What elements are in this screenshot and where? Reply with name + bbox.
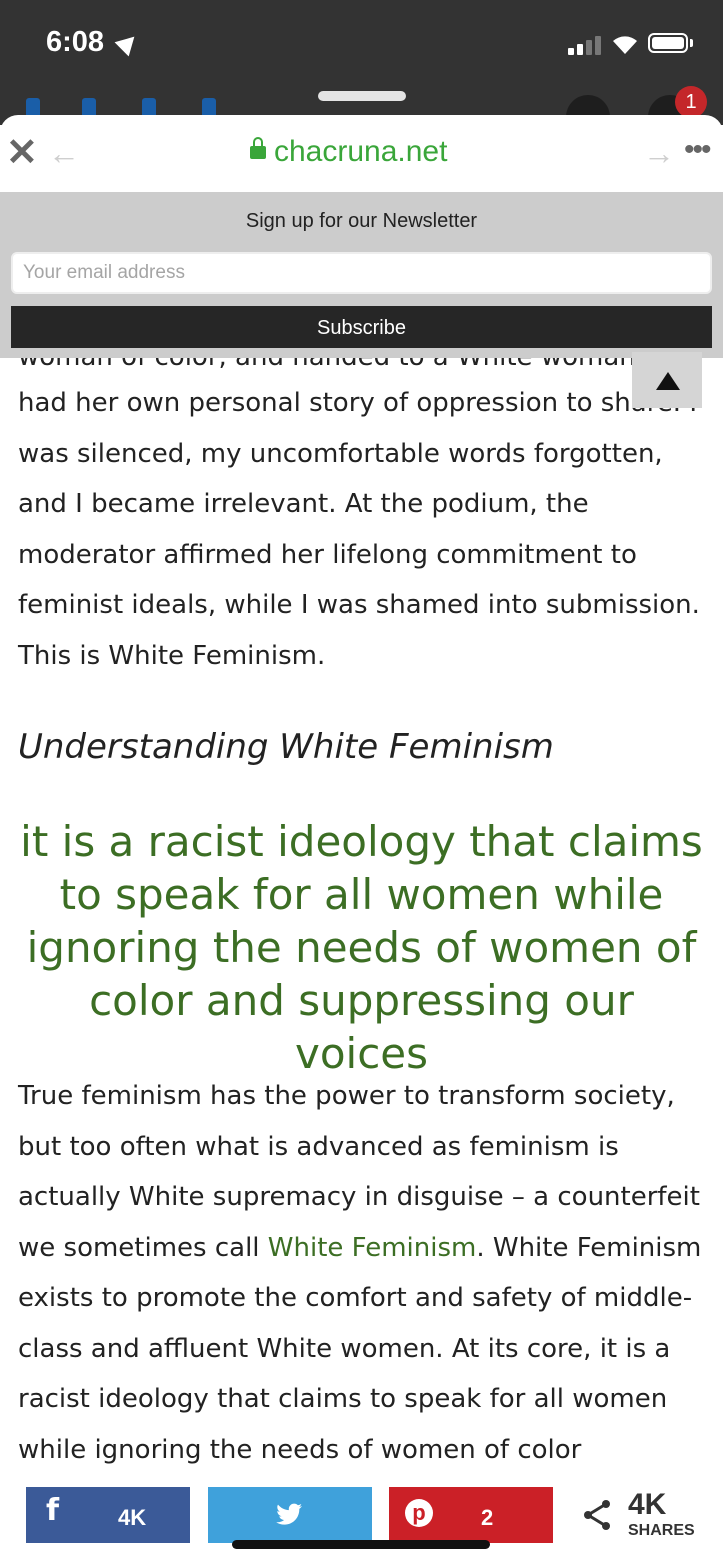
twitter-share-button[interactable]: [208, 1487, 372, 1543]
status-time: 6:08: [46, 26, 105, 58]
battery-tip: [690, 39, 693, 47]
subscribe-button[interactable]: Subscribe: [11, 306, 712, 348]
location-arrow-icon: [114, 29, 142, 57]
close-icon[interactable]: ✕: [6, 134, 38, 172]
facebook-share-count: 4K: [118, 1505, 147, 1530]
facebook-icon: f: [46, 1493, 60, 1528]
cell-signal-icon: [568, 35, 604, 55]
share-bar: f 4K p 2 4K SHARES: [0, 1476, 723, 1564]
pinterest-share-button[interactable]: p 2: [389, 1487, 553, 1543]
section-heading: Understanding White Feminism: [18, 727, 554, 767]
browser-toolbar: ✕ ← chacruna.net → •••: [0, 115, 723, 195]
back-arrow-icon[interactable]: ←: [48, 137, 80, 169]
newsletter-title: Sign up for our Newsletter: [245, 210, 478, 232]
pinterest-share-count: 2: [481, 1505, 494, 1530]
background-app-logo: [22, 92, 222, 117]
more-options-icon[interactable]: •••: [684, 135, 711, 165]
email-field[interactable]: [11, 252, 712, 294]
status-bar: 6:08 1: [0, 0, 723, 139]
total-share-label: SHARES: [628, 1522, 695, 1539]
url-text: chacruna.net: [274, 135, 448, 168]
share-icon[interactable]: [582, 1498, 612, 1532]
article-paragraph: had her own personal story of oppression…: [18, 388, 700, 671]
total-share-count: 4K: [628, 1488, 667, 1521]
url-bar[interactable]: chacruna.net: [250, 135, 447, 169]
newsletter-bar: Sign up for our Newsletter Subscribe: [0, 192, 723, 358]
pinterest-icon: p: [405, 1499, 433, 1527]
scroll-to-top-button[interactable]: [632, 352, 702, 408]
twitter-bird-icon: [276, 1503, 302, 1525]
facebook-share-button[interactable]: f 4K: [26, 1487, 190, 1543]
notification-badge: 1: [675, 86, 707, 118]
white-feminism-link[interactable]: White Feminism: [268, 1233, 477, 1263]
forward-arrow-icon[interactable]: →: [643, 137, 675, 169]
battery-icon: [648, 33, 688, 53]
wifi-icon: [613, 36, 637, 54]
home-indicator[interactable]: [232, 1540, 490, 1549]
sheet-grabber-handle[interactable]: [318, 91, 406, 101]
pull-quote: it is a racist ideology that claims to s…: [20, 817, 703, 1078]
article-paragraph-2: True feminism has the power to transform…: [18, 1081, 702, 1465]
lock-icon: [250, 137, 266, 159]
